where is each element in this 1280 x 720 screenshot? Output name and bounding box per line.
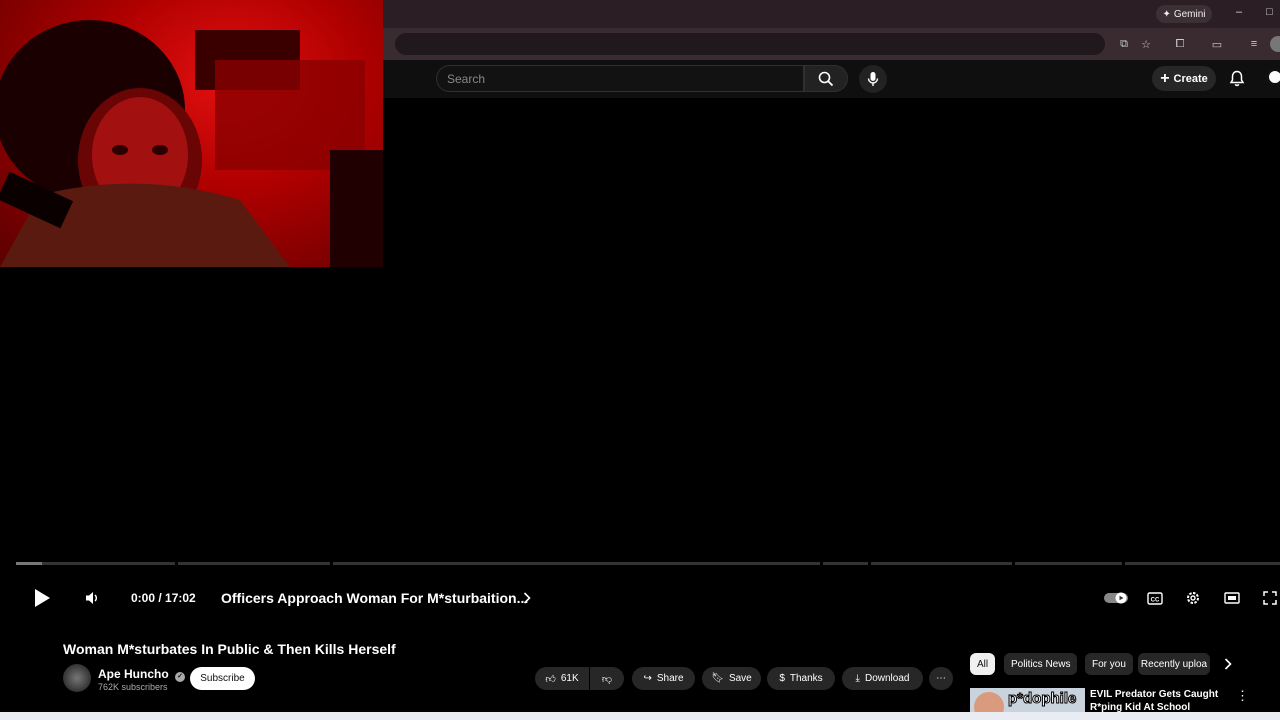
account-avatar[interactable] — [1266, 68, 1280, 86]
chapter-marker — [330, 562, 333, 565]
bookmark-icon: 🔖︎ — [711, 673, 724, 684]
like-button[interactable]: 👍︎ 61K — [535, 667, 589, 690]
sparkle-icon: ✦ — [1162, 8, 1171, 20]
channel-name[interactable]: Ape Huncho ✓ — [98, 667, 186, 682]
create-label: Create — [1173, 72, 1208, 85]
thumbs-down-icon: 👎︎ — [601, 673, 613, 685]
chapter-next-button[interactable] — [520, 588, 534, 608]
chips-next-button[interactable] — [1224, 657, 1232, 675]
share-icon: ↪ — [643, 673, 652, 684]
download-label: Download — [864, 673, 910, 684]
webcam-overlay — [0, 0, 383, 267]
more-horizontal-icon: ⋯ — [936, 673, 946, 684]
share-button[interactable]: ↪ Share — [632, 667, 695, 690]
chapter-marker — [1122, 562, 1125, 565]
captions-button[interactable]: CC — [1145, 588, 1165, 608]
chip-all[interactable]: All — [970, 653, 996, 675]
progress-bar-fill — [16, 562, 42, 565]
progress-bar[interactable] — [16, 562, 1280, 565]
gemini-button[interactable]: ✦ Gemini — [1156, 5, 1212, 23]
settings-button[interactable] — [1183, 588, 1203, 608]
video-title: Woman M*sturbates In Public & Then Kills… — [63, 641, 396, 657]
chip-politics-news[interactable]: Politics News — [1004, 653, 1078, 675]
play-button[interactable] — [30, 588, 54, 608]
chapter-title[interactable]: Officers Approach Woman For M*sturbaitio… — [221, 590, 528, 606]
address-bar[interactable] — [395, 33, 1105, 55]
microphone-icon — [867, 72, 879, 86]
split-view-icon[interactable]: ▭ — [1209, 36, 1225, 52]
theater-icon — [1224, 592, 1240, 604]
extensions-icon[interactable]: ⧠ — [1172, 36, 1188, 52]
gemini-label: Gemini — [1173, 8, 1206, 20]
bell-icon — [1229, 70, 1245, 87]
chevron-right-icon — [1224, 658, 1232, 670]
autoplay-toggle[interactable] — [1104, 588, 1128, 608]
download-icon: ⤓ — [855, 673, 860, 684]
thumbnail-text: p*dophile — [1007, 690, 1077, 708]
share-label: Share — [656, 673, 684, 684]
captions-icon: CC — [1147, 591, 1163, 605]
chip-recently-uploaded[interactable]: Recently uploa — [1138, 653, 1210, 675]
plus-icon: + — [1160, 69, 1170, 87]
chapter-marker — [820, 562, 823, 565]
download-button[interactable]: ⤓ Download — [842, 667, 923, 690]
thanks-icon: $ — [779, 673, 785, 684]
play-icon — [35, 589, 50, 607]
thumbs-up-icon: 👍︎ — [545, 673, 556, 685]
volume-button[interactable] — [82, 588, 102, 608]
dislike-button[interactable]: 👎︎ — [590, 667, 624, 690]
chapter-marker — [868, 562, 871, 565]
chapter-marker — [175, 562, 178, 565]
svg-text:CC: CC — [1151, 597, 1160, 603]
volume-icon — [86, 592, 97, 604]
webcam-feed-image — [0, 20, 383, 267]
search-button[interactable] — [804, 65, 848, 92]
time-display: 0:00 / 17:02 — [131, 591, 196, 605]
theater-mode-button[interactable] — [1222, 588, 1242, 608]
channel-avatar[interactable] — [63, 664, 91, 692]
autoplay-toggle-icon — [1104, 592, 1128, 604]
create-button[interactable]: + Create — [1152, 66, 1216, 91]
subscriber-count: 762K subscribers — [98, 682, 168, 692]
recommended-menu-button[interactable]: ⋮ — [1236, 688, 1249, 704]
save-button[interactable]: 🔖︎ Save — [702, 667, 761, 690]
maximize-button[interactable]: □ — [1266, 6, 1273, 18]
thanks-button[interactable]: $ Thanks — [767, 667, 835, 690]
subscribe-button[interactable]: Subscribe — [190, 667, 255, 690]
channel-name-text: Ape Huncho — [98, 667, 169, 681]
bookmark-star-icon[interactable]: ☆ — [1138, 36, 1154, 52]
os-taskbar — [0, 712, 1280, 720]
chevron-right-icon — [523, 592, 531, 604]
search-icon — [818, 71, 834, 86]
thanks-label: Thanks — [789, 673, 823, 684]
more-actions-button[interactable]: ⋯ — [929, 667, 953, 690]
recommended-title[interactable]: EVIL Predator Gets Caught R*ping Kid At … — [1090, 688, 1220, 714]
notifications-button[interactable] — [1229, 70, 1245, 92]
like-count: 61K — [560, 673, 579, 684]
verified-icon: ✓ — [175, 672, 186, 682]
gear-icon — [1187, 592, 1199, 604]
chapter-marker — [1012, 562, 1015, 565]
search-input[interactable]: Search — [436, 65, 804, 92]
more-vertical-icon: ⋮ — [1236, 688, 1249, 703]
minimize-button[interactable]: – — [1236, 6, 1242, 18]
voice-search-button[interactable] — [859, 65, 887, 93]
media-controls-icon[interactable]: ≡ — [1246, 36, 1262, 52]
profile-avatar[interactable] — [1270, 36, 1280, 52]
fullscreen-button[interactable] — [1260, 588, 1280, 608]
save-label: Save — [728, 673, 752, 684]
fullscreen-icon — [1263, 591, 1277, 605]
chip-for-you[interactable]: For you — [1085, 653, 1133, 675]
install-app-icon[interactable]: ⧉ — [1116, 36, 1132, 52]
